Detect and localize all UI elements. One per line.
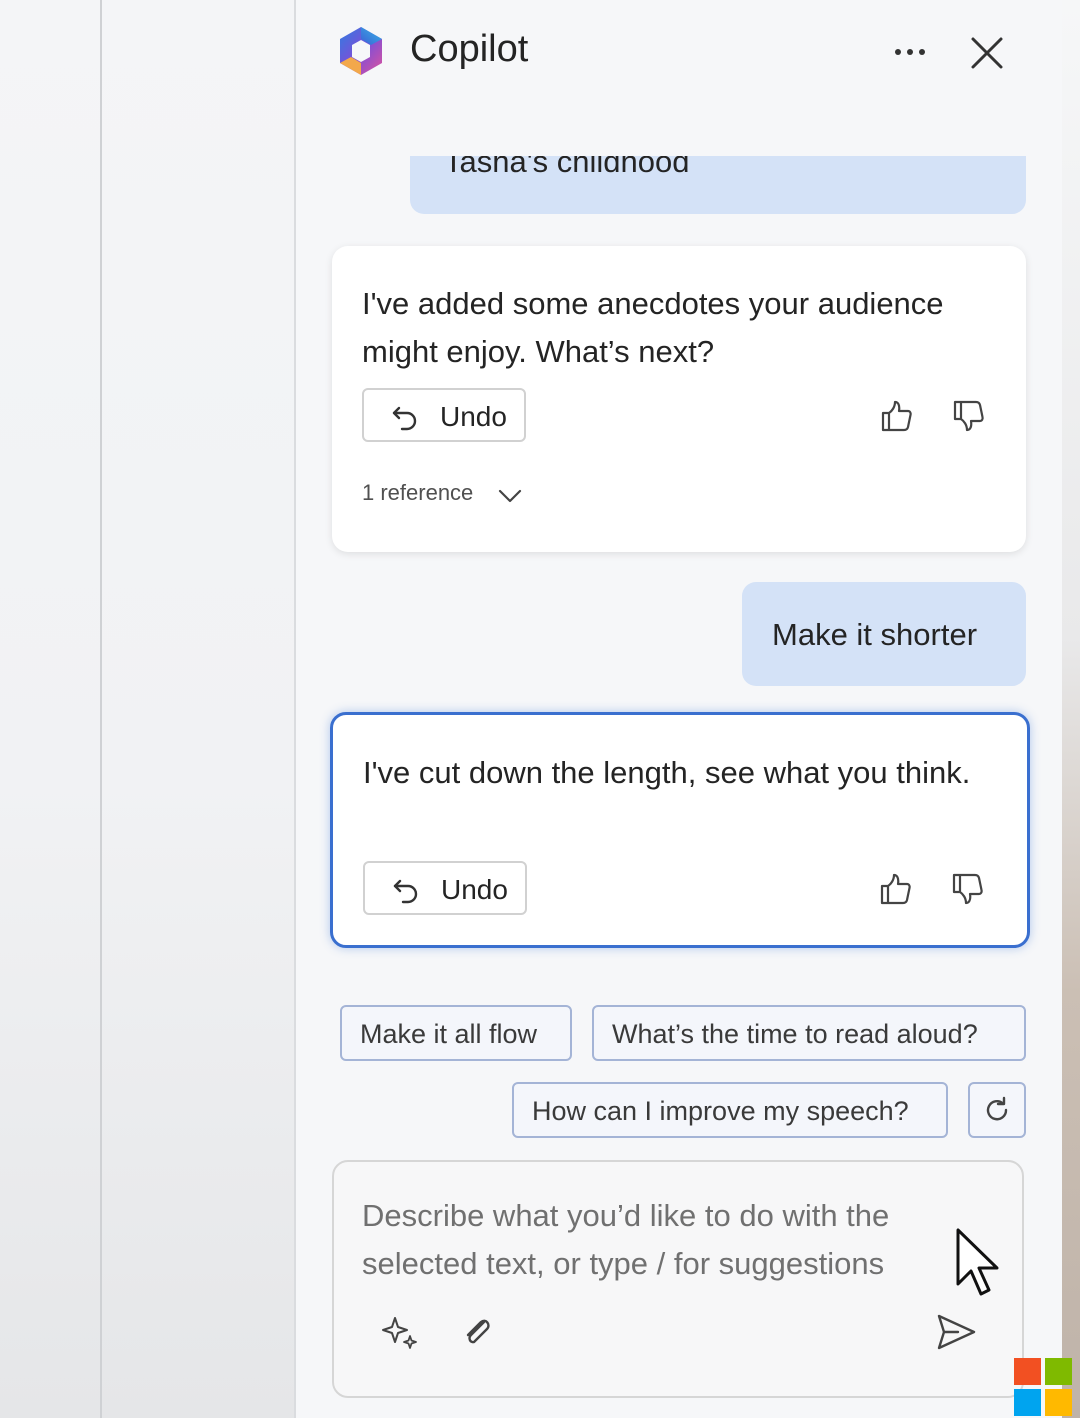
suggestion-chip[interactable]: How can I improve my speech? bbox=[512, 1082, 948, 1138]
user-message-text: Tasha's childhood bbox=[444, 156, 690, 179]
more-options-button[interactable] bbox=[886, 28, 934, 76]
send-icon[interactable] bbox=[934, 1310, 978, 1354]
assistant-message-text: I've added some anecdotes your audience … bbox=[362, 286, 944, 369]
background-strip bbox=[1062, 0, 1080, 1418]
undo-icon bbox=[392, 406, 417, 431]
copilot-logo-icon bbox=[340, 27, 382, 75]
undo-label: Undo bbox=[440, 401, 507, 432]
microsoft-logo-icon bbox=[1014, 1358, 1072, 1416]
logo-square bbox=[1045, 1389, 1072, 1416]
panel-title: Copilot bbox=[410, 28, 529, 70]
user-message: Make it shorter bbox=[742, 582, 1026, 686]
logo-square bbox=[1045, 1358, 1072, 1385]
logo-square bbox=[1014, 1389, 1041, 1416]
panel-header: Copilot bbox=[296, 0, 1062, 110]
assistant-message-active: I've cut down the length, see what you t… bbox=[330, 712, 1030, 948]
sparkle-icon[interactable] bbox=[380, 1312, 420, 1352]
prompt-composer[interactable]: Describe what you’d like to do with the … bbox=[332, 1160, 1024, 1398]
document-margin-line bbox=[100, 0, 102, 1418]
suggestion-label: Make it all flow bbox=[360, 1019, 538, 1049]
undo-icon bbox=[393, 879, 418, 904]
suggestion-label: What’s the time to read aloud? bbox=[612, 1019, 978, 1049]
document-area bbox=[0, 0, 296, 1418]
chevron-down-icon[interactable] bbox=[496, 482, 524, 510]
user-message-text: Make it shorter bbox=[772, 617, 978, 652]
close-button[interactable] bbox=[962, 28, 1012, 78]
reference-toggle[interactable]: 1 reference bbox=[362, 480, 473, 506]
thumbs-down-icon[interactable] bbox=[950, 398, 986, 434]
thumbs-up-icon[interactable] bbox=[877, 871, 913, 907]
suggestion-chip[interactable]: Make it all flow bbox=[340, 1005, 572, 1061]
undo-label: Undo bbox=[441, 874, 508, 905]
assistant-message-text: I've cut down the length, see what you t… bbox=[363, 755, 971, 790]
copilot-panel: Copilot Tasha's childhood I've added som… bbox=[296, 0, 1062, 1418]
refresh-suggestions-button[interactable] bbox=[968, 1082, 1026, 1138]
suggestion-chip[interactable]: What’s the time to read aloud? bbox=[592, 1005, 1026, 1061]
mouse-pointer-icon bbox=[956, 1228, 999, 1296]
thumbs-up-icon[interactable] bbox=[878, 398, 914, 434]
thumbs-down-icon[interactable] bbox=[949, 871, 985, 907]
prompt-input[interactable]: Describe what you’d like to do with the … bbox=[362, 1192, 972, 1288]
refresh-icon bbox=[986, 1096, 1008, 1121]
suggestion-label: How can I improve my speech? bbox=[532, 1096, 909, 1126]
undo-button[interactable]: Undo bbox=[363, 861, 527, 915]
attach-icon[interactable] bbox=[458, 1312, 498, 1352]
assistant-message: I've added some anecdotes your audience … bbox=[332, 246, 1026, 552]
undo-button[interactable]: Undo bbox=[362, 388, 526, 442]
logo-square bbox=[1014, 1358, 1041, 1385]
user-message: Tasha's childhood bbox=[410, 156, 1026, 214]
